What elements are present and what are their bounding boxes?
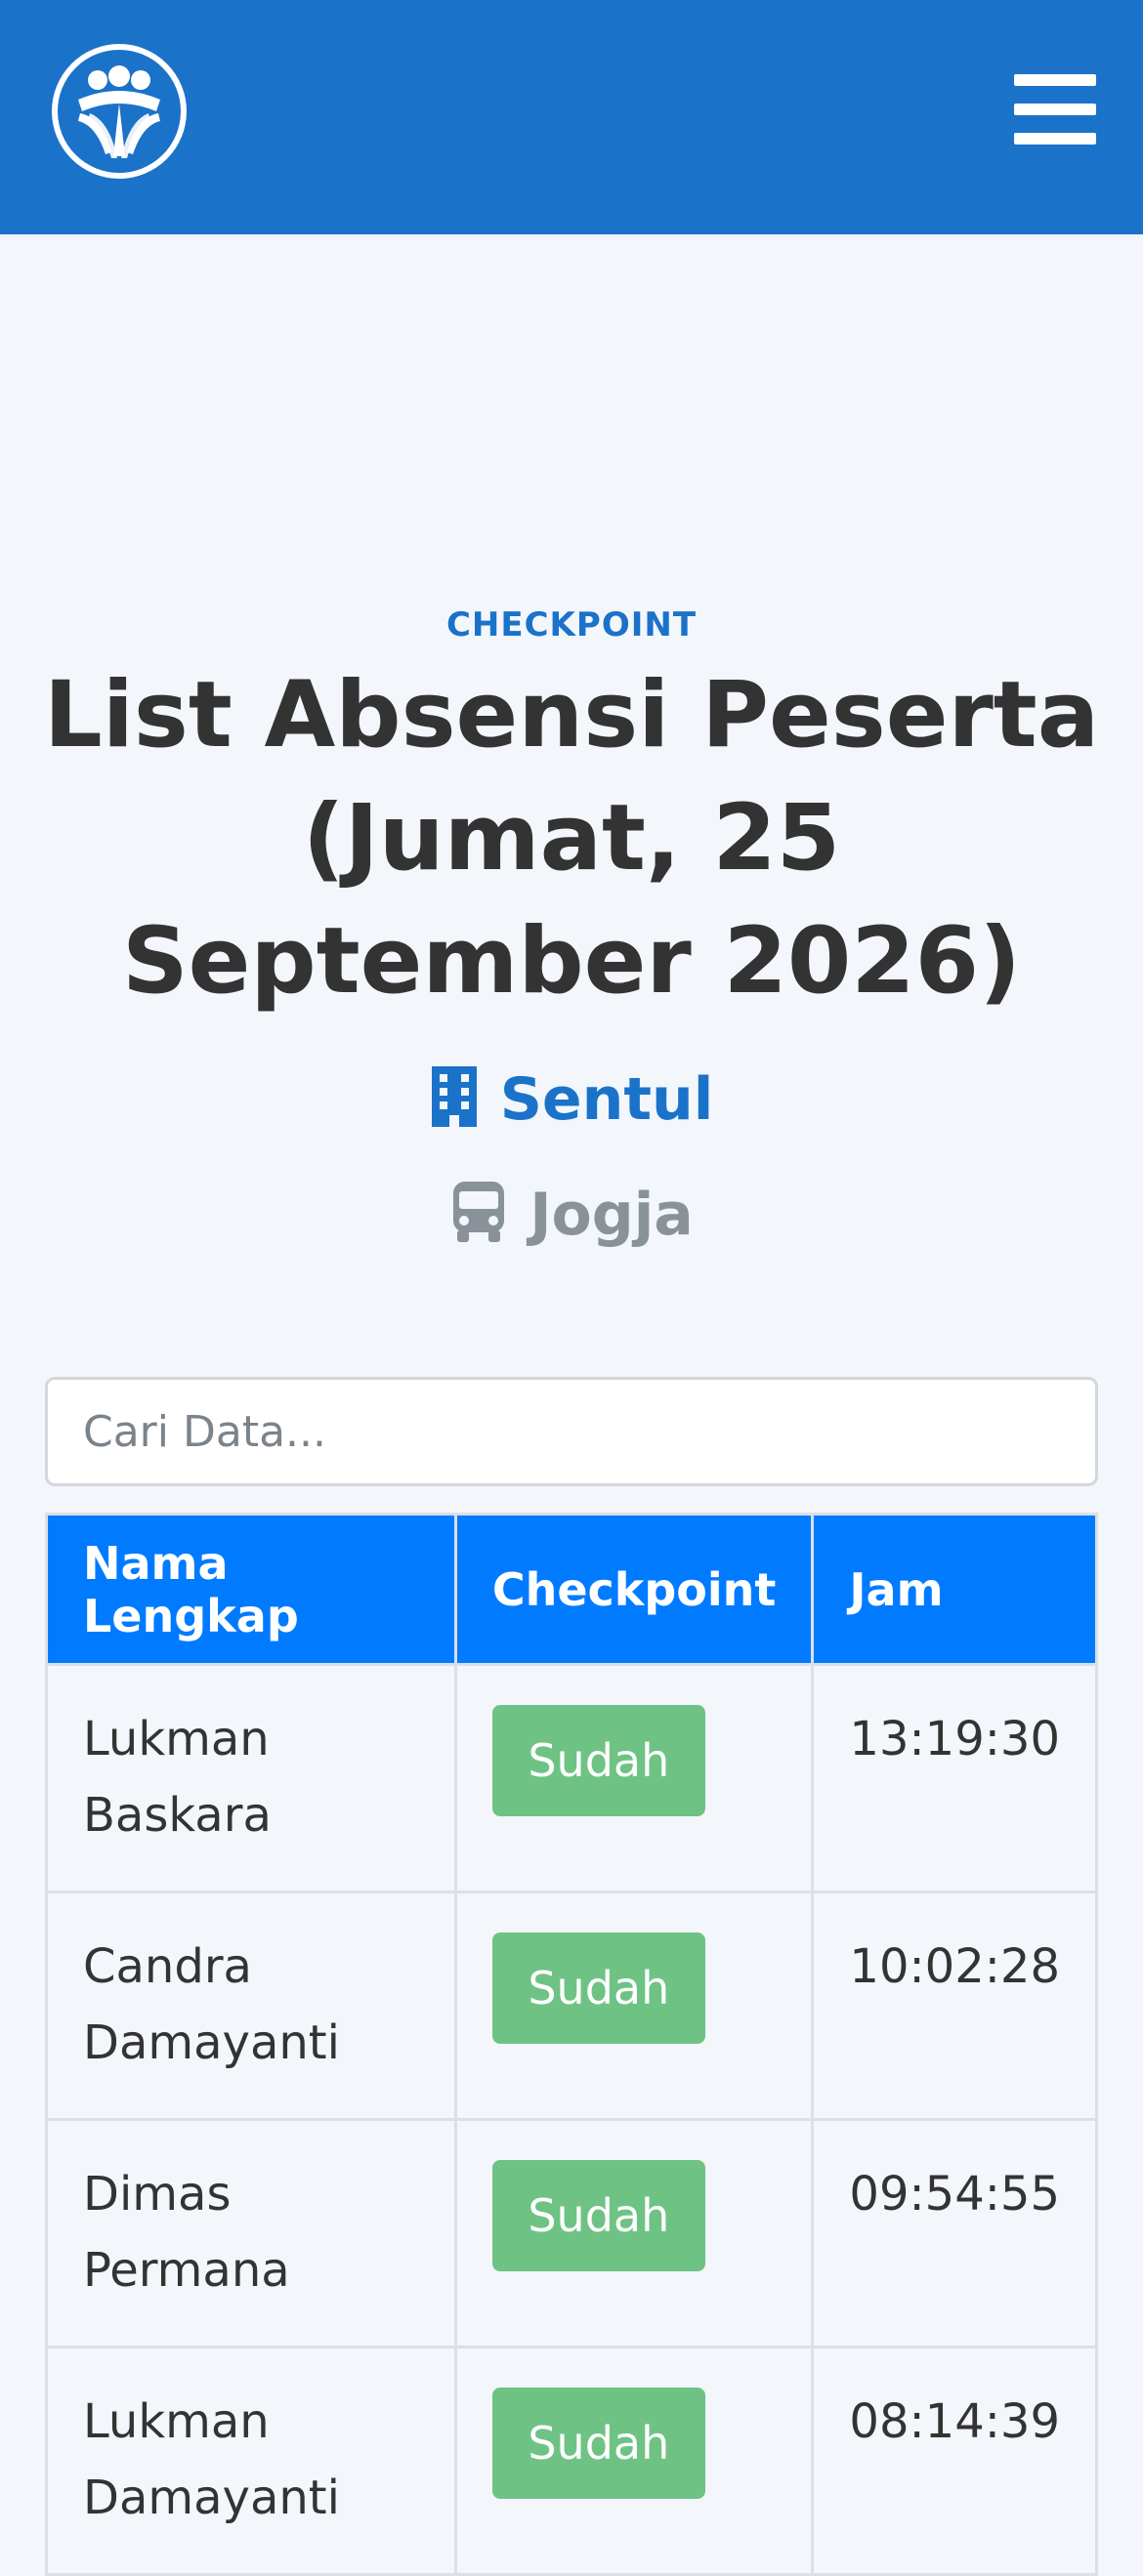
attendance-table: Nama Lengkap Checkpoint Jam Lukman Baska…	[45, 1513, 1098, 2576]
page-title: List Absensi Peserta (Jumat, 25 Septembe…	[43, 662, 1100, 1015]
column-header-time[interactable]: Jam	[811, 1513, 1098, 1666]
location-label: Sentul	[499, 1065, 714, 1134]
cell-checkpoint: Sudah	[453, 1890, 815, 2121]
cell-time: 10:02:28	[811, 1890, 1098, 2121]
cell-name: Lukman Baskara	[45, 1663, 457, 1893]
cell-name: Lukman Damayanti	[45, 2346, 457, 2576]
search-input[interactable]	[45, 1377, 1098, 1486]
hamburger-menu-icon[interactable]	[1006, 70, 1096, 150]
table-header-row: Nama Lengkap Checkpoint Jam	[45, 1513, 1098, 1666]
section-label: CHECKPOINT	[445, 605, 698, 644]
table-row: Dimas Permana Sudah 09:54:55	[45, 2118, 1098, 2348]
table-row: Candra Damayanti Sudah 10:02:28	[45, 1890, 1098, 2121]
status-badge: Sudah	[491, 1932, 705, 2044]
transport-line: Jogja	[0, 1176, 1143, 1254]
table-row: Lukman Baskara Sudah 13:19:30	[45, 1663, 1098, 1893]
people-logo-icon[interactable]	[51, 43, 188, 180]
status-badge: Sudah	[491, 2388, 705, 2499]
building-icon	[431, 1066, 477, 1128]
table-row: Lukman Damayanti Sudah 08:14:39	[45, 2346, 1098, 2576]
cell-time: 13:19:30	[811, 1663, 1098, 1893]
transport-label: Jogja	[529, 1181, 694, 1249]
cell-time: 09:54:55	[811, 2118, 1098, 2348]
cell-time: 08:14:39	[811, 2346, 1098, 2576]
cell-name: Dimas Permana	[45, 2118, 457, 2348]
status-badge: Sudah	[491, 1705, 705, 1816]
top-navbar	[0, 0, 1143, 234]
column-header-name[interactable]: Nama Lengkap	[45, 1513, 457, 1666]
status-badge: Sudah	[491, 2160, 705, 2271]
cell-checkpoint: Sudah	[453, 2346, 815, 2576]
cell-checkpoint: Sudah	[453, 1663, 815, 1893]
bus-icon	[453, 1182, 505, 1243]
location-line: Sentul	[0, 1060, 1143, 1139]
cell-checkpoint: Sudah	[453, 2118, 815, 2348]
cell-name: Candra Damayanti	[45, 1890, 457, 2121]
column-header-checkpoint[interactable]: Checkpoint	[453, 1513, 815, 1666]
